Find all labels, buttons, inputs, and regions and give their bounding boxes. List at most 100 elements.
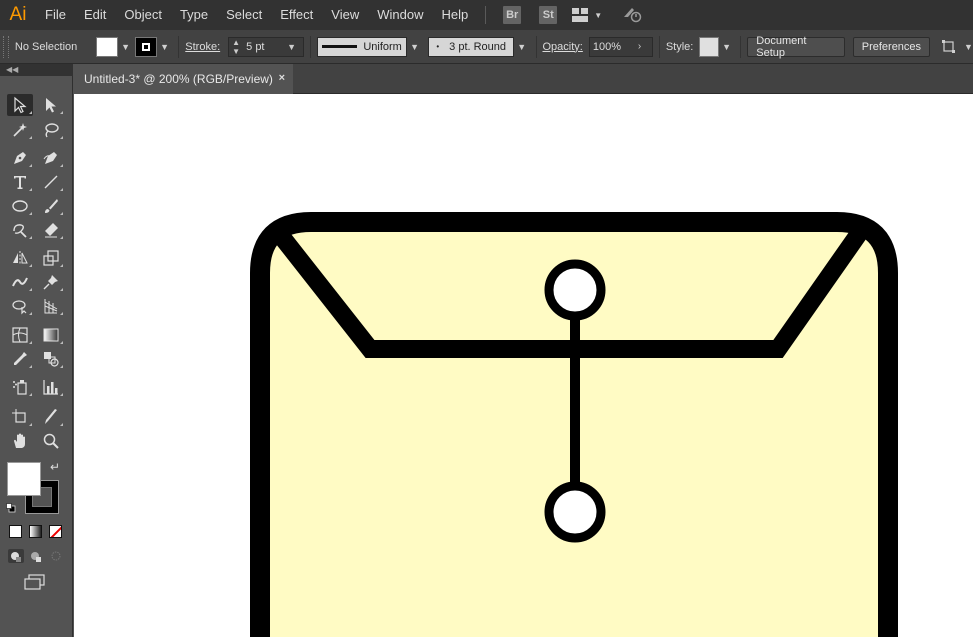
- menu-select[interactable]: Select: [217, 0, 271, 30]
- type-tool-button[interactable]: [7, 171, 33, 193]
- mesh-icon: [12, 327, 28, 343]
- preferences-button[interactable]: Preferences: [852, 36, 931, 57]
- menu-file[interactable]: File: [36, 0, 75, 30]
- chevron-down-icon[interactable]: ▼: [514, 37, 530, 57]
- control-bar: No Selection ▼ ▼ Stroke: ▲ ▼ 5 pt ▼ Unifo…: [0, 30, 973, 64]
- column-graph-tool-button[interactable]: [38, 376, 64, 398]
- chevron-down-icon[interactable]: ▼: [157, 37, 173, 57]
- draw-behind-button[interactable]: [28, 549, 44, 563]
- ellipse-icon: [12, 200, 28, 212]
- menu-edit[interactable]: Edit: [75, 0, 115, 30]
- curvature-tool-button[interactable]: [38, 147, 64, 169]
- document-tab-title: Untitled-3* @ 200% (RGB/Preview): [84, 72, 273, 86]
- document-tab[interactable]: Untitled-3* @ 200% (RGB/Preview) ×: [74, 64, 293, 94]
- screen-mode-icon: [24, 574, 45, 590]
- width-tool-button[interactable]: [7, 271, 33, 293]
- scale-icon: [43, 250, 59, 266]
- hand-icon: [14, 433, 25, 448]
- none-mode-button[interactable]: [49, 525, 62, 538]
- bridge-button[interactable]: Br: [503, 6, 522, 24]
- eyedropper-icon: [14, 352, 27, 365]
- transform-button[interactable]: ▼: [940, 39, 973, 55]
- pen-tool-button[interactable]: [7, 147, 33, 169]
- mesh-tool-button[interactable]: [7, 324, 33, 346]
- shaper-tool-button[interactable]: [7, 219, 33, 241]
- chevron-down-icon[interactable]: ▼: [287, 42, 301, 52]
- tools-panel: ↵: [0, 76, 73, 637]
- control-bar-grip[interactable]: [3, 35, 9, 58]
- arrange-documents-button[interactable]: ▼: [572, 8, 602, 22]
- envelope-bottom-button[interactable]: [544, 481, 606, 543]
- direct-selection-tool-button[interactable]: [38, 94, 64, 116]
- stock-button[interactable]: St: [539, 6, 558, 24]
- perspective-grid-tool-button[interactable]: [38, 295, 64, 317]
- close-icon[interactable]: ×: [279, 72, 285, 84]
- draw-normal-button[interactable]: [8, 549, 24, 563]
- gradient-tool-button[interactable]: [38, 324, 64, 346]
- symbol-sprayer-tool-button[interactable]: [7, 376, 33, 398]
- hand-tool-button[interactable]: [7, 430, 33, 452]
- menu-window[interactable]: Window: [368, 0, 432, 30]
- stroke-weight-field[interactable]: ▲ ▼ 5 pt ▼: [228, 36, 304, 57]
- selection-tool-button[interactable]: [7, 94, 33, 116]
- profile-label: Uniform: [363, 40, 402, 53]
- default-fill-stroke-icon[interactable]: [6, 502, 16, 513]
- shape-builder-tool-button[interactable]: [7, 295, 33, 317]
- gpu-performance-icon[interactable]: [622, 5, 642, 26]
- menu-separator: [485, 6, 487, 24]
- eraser-tool-button[interactable]: [38, 219, 64, 241]
- gradient-mode-button[interactable]: [29, 525, 42, 538]
- fill-color-box-front[interactable]: [7, 462, 41, 496]
- envelope-top-button[interactable]: [544, 259, 606, 321]
- menu-type[interactable]: Type: [171, 0, 217, 30]
- stroke-label[interactable]: Stroke:: [185, 41, 220, 53]
- magic-wand-tool-button[interactable]: [7, 119, 33, 141]
- style-label: Style:: [665, 40, 694, 53]
- eyedropper-tool-button[interactable]: [7, 348, 33, 370]
- reflect-tool-button[interactable]: [7, 247, 33, 269]
- symbol-sprayer-icon: [13, 380, 27, 395]
- puppet-warp-tool-button[interactable]: [38, 271, 64, 293]
- opacity-label[interactable]: Opacity:: [542, 41, 582, 53]
- screen-mode-button[interactable]: [24, 574, 46, 590]
- artboard-canvas[interactable]: [74, 94, 973, 637]
- document-setup-button[interactable]: Document Setup: [747, 35, 845, 59]
- variable-width-profile[interactable]: Uniform: [316, 36, 407, 57]
- chevron-right-icon[interactable]: ›: [638, 41, 652, 52]
- blend-tool-button[interactable]: [38, 348, 64, 370]
- zoom-magnifier-icon: [43, 433, 59, 449]
- zoom-tool-button[interactable]: [38, 430, 64, 452]
- menu-help[interactable]: Help: [432, 0, 477, 30]
- magic-wand-icon: [13, 123, 27, 137]
- chevron-down-icon[interactable]: ▼: [407, 37, 423, 57]
- color-mode-button[interactable]: [9, 525, 22, 538]
- slice-knife-icon: [45, 409, 57, 424]
- line-segment-tool-button[interactable]: [38, 171, 64, 193]
- artboard-tool-button[interactable]: [7, 406, 33, 428]
- menu-view[interactable]: View: [322, 0, 368, 30]
- paintbrush-tool-button[interactable]: [38, 195, 64, 217]
- app-logo: Ai: [9, 4, 27, 25]
- lasso-tool-button[interactable]: [38, 119, 64, 141]
- scale-tool-button[interactable]: [38, 247, 64, 269]
- ellipse-tool-button[interactable]: [7, 195, 33, 217]
- chevron-down-icon[interactable]: ▼: [719, 37, 735, 57]
- width-icon: [12, 277, 28, 287]
- stepper-icon[interactable]: ▲ ▼: [229, 38, 243, 56]
- opacity-value: 100%: [592, 40, 621, 53]
- graphic-style-swatch[interactable]: [699, 36, 719, 57]
- slice-tool-button[interactable]: [38, 406, 64, 428]
- stroke-swatch[interactable]: [135, 36, 157, 57]
- opacity-field[interactable]: 100% ›: [588, 36, 653, 57]
- menu-object[interactable]: Object: [115, 0, 171, 30]
- draw-inside-button[interactable]: [48, 549, 64, 563]
- swap-fill-stroke-icon[interactable]: ↵: [50, 460, 60, 474]
- fill-swatch[interactable]: [96, 36, 118, 57]
- menu-bar: Ai File Edit Object Type Select Effect V…: [0, 0, 973, 30]
- brush-definition[interactable]: • 3 pt. Round: [428, 36, 514, 57]
- menu-effect[interactable]: Effect: [271, 0, 322, 30]
- paintbrush-icon: [45, 199, 58, 213]
- draw-inside-icon: [51, 551, 61, 561]
- collapse-panel-icon[interactable]: ◀◀: [0, 64, 73, 76]
- chevron-down-icon[interactable]: ▼: [118, 37, 134, 57]
